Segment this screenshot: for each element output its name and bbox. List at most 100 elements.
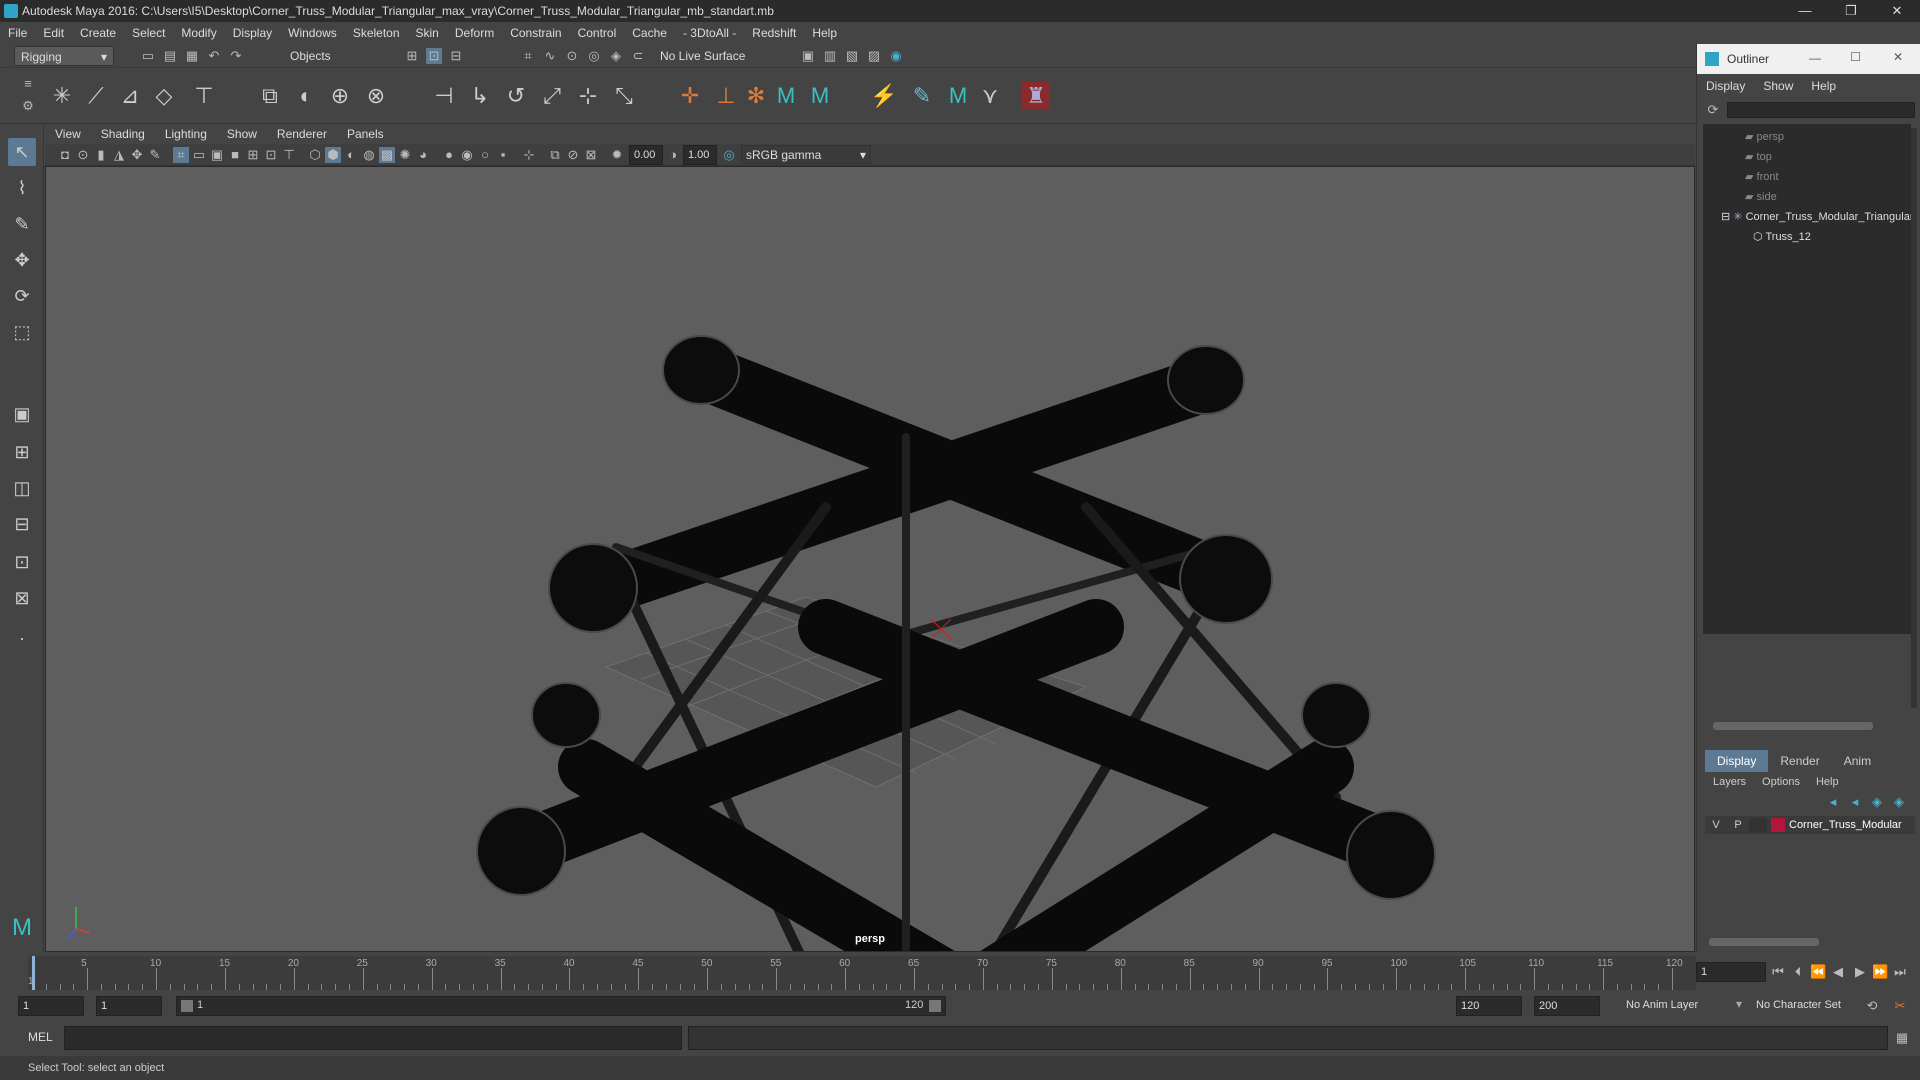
viewport-3d[interactable]: persp (45, 166, 1695, 952)
playback-end-field[interactable]: 120 (1456, 996, 1522, 1016)
playback-start-field[interactable]: 1 (96, 996, 162, 1016)
viewport-menu-renderer[interactable]: Renderer (267, 127, 337, 141)
redshift-icon[interactable]: ♜ (1022, 82, 1050, 110)
outliner-item-persp[interactable]: ▰ persp (1745, 130, 1784, 143)
paint-weights-icon[interactable]: ◐ (292, 82, 320, 110)
range-handle-start[interactable] (181, 1000, 193, 1012)
move-layer-down-icon[interactable]: ◂ (1847, 794, 1863, 810)
snap-view-icon[interactable]: ◎ (586, 48, 602, 64)
gamma-icon[interactable]: ◑ (665, 147, 681, 163)
pane-graph-icon[interactable]: ⊡ (8, 548, 36, 576)
menu-help[interactable]: Help (804, 22, 845, 44)
outliner-filter-icon[interactable]: ⟳ (1705, 102, 1721, 118)
two-pane-icon[interactable]: ◫ (8, 474, 36, 502)
tab-display[interactable]: Display (1705, 750, 1769, 772)
select-object-icon[interactable]: ⊡ (426, 48, 442, 64)
layer-hscrollbar[interactable] (1709, 938, 1819, 946)
outliner-search-input[interactable] (1727, 102, 1915, 118)
layer-color-swatch[interactable] (1771, 818, 1785, 832)
chevron-down-icon[interactable]: ▾ (1736, 997, 1742, 1011)
textured-icon[interactable]: ▩ (379, 147, 395, 163)
tab-render[interactable]: Render (1768, 750, 1831, 772)
current-time-marker[interactable] (32, 956, 35, 990)
mode-dropdown[interactable]: Rigging ▾ (14, 46, 114, 66)
time-ruler[interactable]: 5 10 15 20 25 30 35 40 45 50 55 60 65 70 75 80 85 90 95 100… (28, 956, 1696, 990)
range-handle-end[interactable] (929, 1000, 941, 1012)
viewport-menu-lighting[interactable]: Lighting (155, 127, 217, 141)
layer-row[interactable]: V P Corner_Truss_Modular (1705, 816, 1915, 834)
outliner-maximize-icon[interactable]: ☐ (1850, 50, 1861, 64)
redo-icon[interactable]: ↷ (228, 48, 244, 64)
anti-aliasing-icon[interactable]: ○ (477, 147, 493, 163)
move-layer-up-icon[interactable]: ◂ (1825, 794, 1841, 810)
end-time-field[interactable]: 200 (1534, 996, 1600, 1016)
exposure-icon[interactable]: ✹ (609, 147, 625, 163)
lasso-tool-icon[interactable]: ⌇ (8, 174, 36, 202)
start-time-field[interactable]: 1 (18, 996, 84, 1016)
rotate-tool-icon[interactable]: ⟳ (8, 282, 36, 310)
viewport-menu-shading[interactable]: Shading (91, 127, 155, 141)
four-pane-icon[interactable]: ⊞ (8, 438, 36, 466)
pole-vector-icon[interactable]: ⤡ (610, 82, 638, 110)
new-scene-icon[interactable]: ▭ (140, 48, 156, 64)
camera-icon[interactable]: ◘ (57, 147, 73, 163)
blendshape-icon[interactable]: ✻ (742, 82, 770, 110)
insert-joint-icon[interactable]: ◇ (150, 82, 178, 110)
hik-character-icon[interactable]: M (806, 82, 834, 110)
image-plane-icon[interactable]: ◮ (111, 147, 127, 163)
undo-icon[interactable]: ↶ (206, 48, 222, 64)
go-to-end-icon[interactable]: ⏭ (1892, 964, 1908, 980)
step-back-key-icon[interactable]: ⏪ (1810, 964, 1826, 980)
menu-constrain[interactable]: Constrain (502, 22, 569, 44)
menu-create[interactable]: Create (72, 22, 124, 44)
cluster-icon[interactable]: ⊗ (362, 82, 390, 110)
shadows-icon[interactable]: ◕ (415, 147, 431, 163)
camera-attr-icon[interactable]: ⊙ (75, 147, 91, 163)
joint-tool-icon[interactable]: ✳ (48, 82, 76, 110)
play-forwards-icon[interactable]: ▶ (1852, 964, 1868, 980)
save-scene-icon[interactable]: ▦ (184, 48, 200, 64)
ik-handle-icon[interactable]: ⟋ (82, 82, 110, 110)
step-back-icon[interactable]: ⏴ (1790, 964, 1806, 980)
tab-anim[interactable]: Anim (1832, 750, 1883, 772)
command-input[interactable] (64, 1026, 682, 1050)
outliner-menu-display[interactable]: Display (1697, 79, 1754, 93)
close-button[interactable]: ✕ (1874, 0, 1920, 22)
render-settings-icon[interactable]: ▨ (866, 48, 882, 64)
new-layer-selected-icon[interactable]: ◈ (1891, 794, 1907, 810)
locator-icon[interactable]: ✛ (676, 82, 704, 110)
point-constraint-icon[interactable]: ⊣ (430, 82, 458, 110)
outliner-item-side[interactable]: ▰ side (1745, 190, 1777, 203)
move-tool-icon[interactable]: ✥ (8, 246, 36, 274)
menu-edit[interactable]: Edit (35, 22, 72, 44)
depth-of-field-icon[interactable]: ▪ (495, 147, 511, 163)
safe-title-icon[interactable]: ⊤ (281, 147, 297, 163)
viewport-menu-panels[interactable]: Panels (337, 127, 394, 141)
gamma-field[interactable]: 1.00 (683, 145, 717, 165)
use-lights-icon[interactable]: ✺ (397, 147, 413, 163)
outliner-item-front[interactable]: ▰ front (1745, 170, 1779, 183)
auto-key-icon[interactable]: ⟲ (1864, 998, 1880, 1014)
new-layer-icon[interactable]: ◈ (1869, 794, 1885, 810)
outliner-menu-help[interactable]: Help (1802, 79, 1845, 93)
film-gate-icon[interactable]: ▭ (191, 147, 207, 163)
set-driven-key-icon[interactable]: ⚡ (870, 82, 898, 110)
step-forward-key-icon[interactable]: ⏩ (1872, 964, 1888, 980)
magnet-icon[interactable]: ⊂ (630, 48, 646, 64)
shelf-settings-icon[interactable]: ⚙ (20, 98, 36, 114)
open-scene-icon[interactable]: ▤ (162, 48, 178, 64)
outliner-vscrollbar[interactable] (1911, 128, 1917, 708)
ik-spline-icon[interactable]: ⊿ (116, 82, 144, 110)
menu-control[interactable]: Control (570, 22, 625, 44)
preferences-icon[interactable]: ✂ (1892, 998, 1908, 1014)
field-chart-icon[interactable]: ⊞ (245, 147, 261, 163)
smooth-shade-icon[interactable]: ⬢ (325, 147, 341, 163)
layer-menu-layers[interactable]: Layers (1705, 774, 1754, 792)
resolution-gate-icon[interactable]: ▣ (209, 147, 225, 163)
wrap-icon[interactable]: ✎ (908, 82, 936, 110)
menu-display[interactable]: Display (225, 22, 280, 44)
render-view-icon[interactable]: ▥ (822, 48, 838, 64)
viewport-menu-view[interactable]: View (45, 127, 91, 141)
menu-deform[interactable]: Deform (447, 22, 502, 44)
outliner-menu-show[interactable]: Show (1754, 79, 1802, 93)
